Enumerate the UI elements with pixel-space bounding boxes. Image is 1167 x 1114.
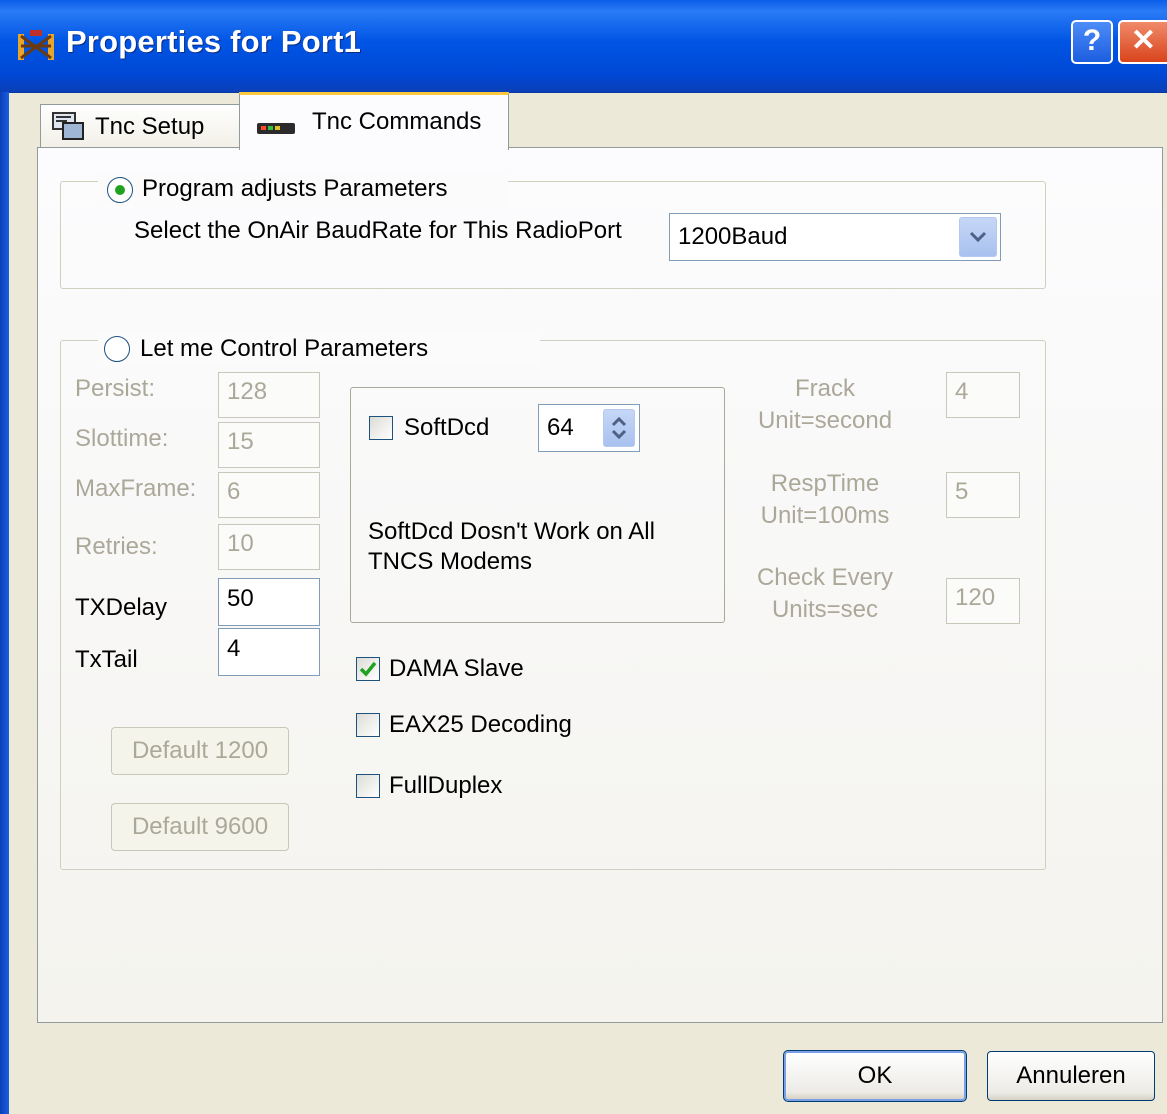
- txdelay-field[interactable]: 50: [218, 578, 320, 626]
- default-9600-button[interactable]: Default 9600: [111, 803, 289, 851]
- eax25-decoding-label: EAX25 Decoding: [389, 711, 572, 738]
- help-button[interactable]: ?: [1071, 20, 1113, 64]
- softdcd-spinner[interactable]: 64: [538, 404, 640, 452]
- frack-label: Frack Unit=second: [735, 373, 915, 437]
- frack-label-line2: Unit=second: [757, 407, 893, 434]
- modem-icon: [256, 115, 296, 143]
- eax25-decoding-checkbox[interactable]: [356, 713, 380, 737]
- maxframe-field[interactable]: 6: [218, 472, 320, 518]
- frack-field[interactable]: 4: [946, 372, 1020, 418]
- txtail-field[interactable]: 4: [218, 628, 320, 676]
- check-every-label-line1: Check Every: [756, 564, 894, 591]
- close-button[interactable]: ✕: [1118, 20, 1167, 64]
- check-every-label: Check Every Units=sec: [735, 562, 915, 626]
- check-every-field[interactable]: 120: [946, 578, 1020, 624]
- softdcd-value: 64: [547, 414, 574, 441]
- resptime-label: RespTime Unit=100ms: [735, 468, 915, 532]
- persist-field[interactable]: 128: [218, 372, 320, 418]
- fullduplex-checkbox[interactable]: [356, 774, 380, 798]
- txtail-label: TxTail: [75, 646, 138, 673]
- manual-control-label: Let me Control Parameters: [140, 335, 429, 362]
- dama-slave-checkbox[interactable]: [356, 657, 380, 681]
- resptime-field[interactable]: 5: [946, 472, 1020, 518]
- ok-button[interactable]: OK: [783, 1050, 967, 1102]
- dama-slave-label: DAMA Slave: [389, 655, 524, 682]
- setup-icon: [51, 111, 85, 148]
- tab-label: Tnc Commands: [312, 108, 482, 135]
- app-icon: [14, 28, 58, 66]
- tab-tnc-setup[interactable]: Tnc Setup: [40, 104, 240, 148]
- resptime-label-line2: Unit=100ms: [760, 502, 890, 529]
- slottime-label: Slottime:: [75, 425, 169, 452]
- softdcd-note-line1: SoftDcd Dosn't Work on All: [368, 518, 655, 545]
- spin-arrows-icon[interactable]: [603, 409, 635, 447]
- maxframe-label: MaxFrame:: [75, 475, 197, 502]
- softdcd-note-line2: TNCS Modems: [368, 548, 533, 575]
- frack-label-line1: Frack: [795, 375, 855, 402]
- slottime-field[interactable]: 15: [218, 422, 320, 468]
- program-adjusts-label: Program adjusts Parameters: [142, 175, 448, 202]
- cancel-button[interactable]: Annuleren: [987, 1051, 1155, 1101]
- manual-control-radio[interactable]: [104, 336, 130, 362]
- baudrate-select[interactable]: 1200Baud: [669, 213, 1001, 261]
- baudrate-value: 1200Baud: [678, 223, 788, 250]
- window-title: Properties for Port1: [66, 24, 362, 59]
- title-bar[interactable]: Properties for Port1 ? ✕: [0, 0, 1167, 93]
- tab-tnc-commands[interactable]: Tnc Commands: [239, 92, 509, 150]
- chevron-down-icon[interactable]: [959, 217, 997, 257]
- check-mark-icon: [359, 661, 377, 677]
- txdelay-label: TXDelay: [75, 594, 168, 621]
- persist-label: Persist:: [75, 375, 156, 402]
- softdcd-checkbox[interactable]: [369, 416, 393, 440]
- window-left-border: [0, 92, 9, 1114]
- default-1200-button[interactable]: Default 1200: [111, 727, 289, 775]
- tab-label: Tnc Setup: [95, 113, 205, 140]
- retries-label: Retries:: [75, 533, 158, 560]
- program-adjusts-radio[interactable]: [107, 177, 133, 203]
- resptime-label-line1: RespTime: [770, 470, 880, 497]
- softdcd-label: SoftDcd: [404, 414, 490, 441]
- check-every-label-line2: Units=sec: [771, 596, 879, 623]
- retries-field[interactable]: 10: [218, 524, 320, 570]
- fullduplex-label: FullDuplex: [389, 772, 503, 799]
- baudrate-label: Select the OnAir BaudRate for This Radio…: [134, 217, 622, 244]
